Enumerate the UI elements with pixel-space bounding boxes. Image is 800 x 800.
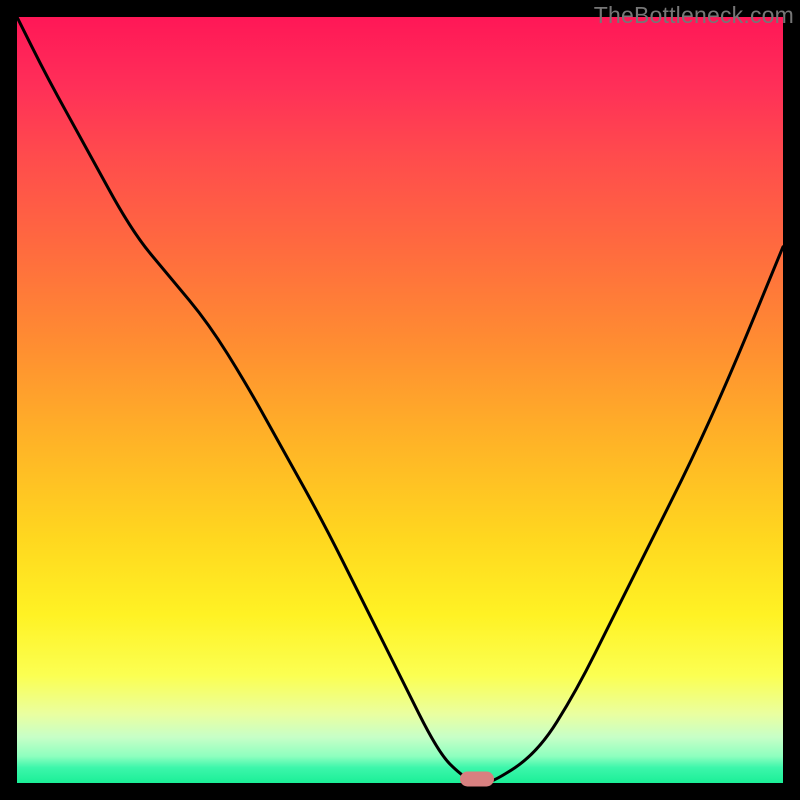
plot-area [17,17,783,783]
optimal-point-marker [460,772,494,787]
watermark-text: TheBottleneck.com [594,2,794,29]
bottleneck-curve [17,17,783,783]
chart-frame: TheBottleneck.com [0,0,800,800]
